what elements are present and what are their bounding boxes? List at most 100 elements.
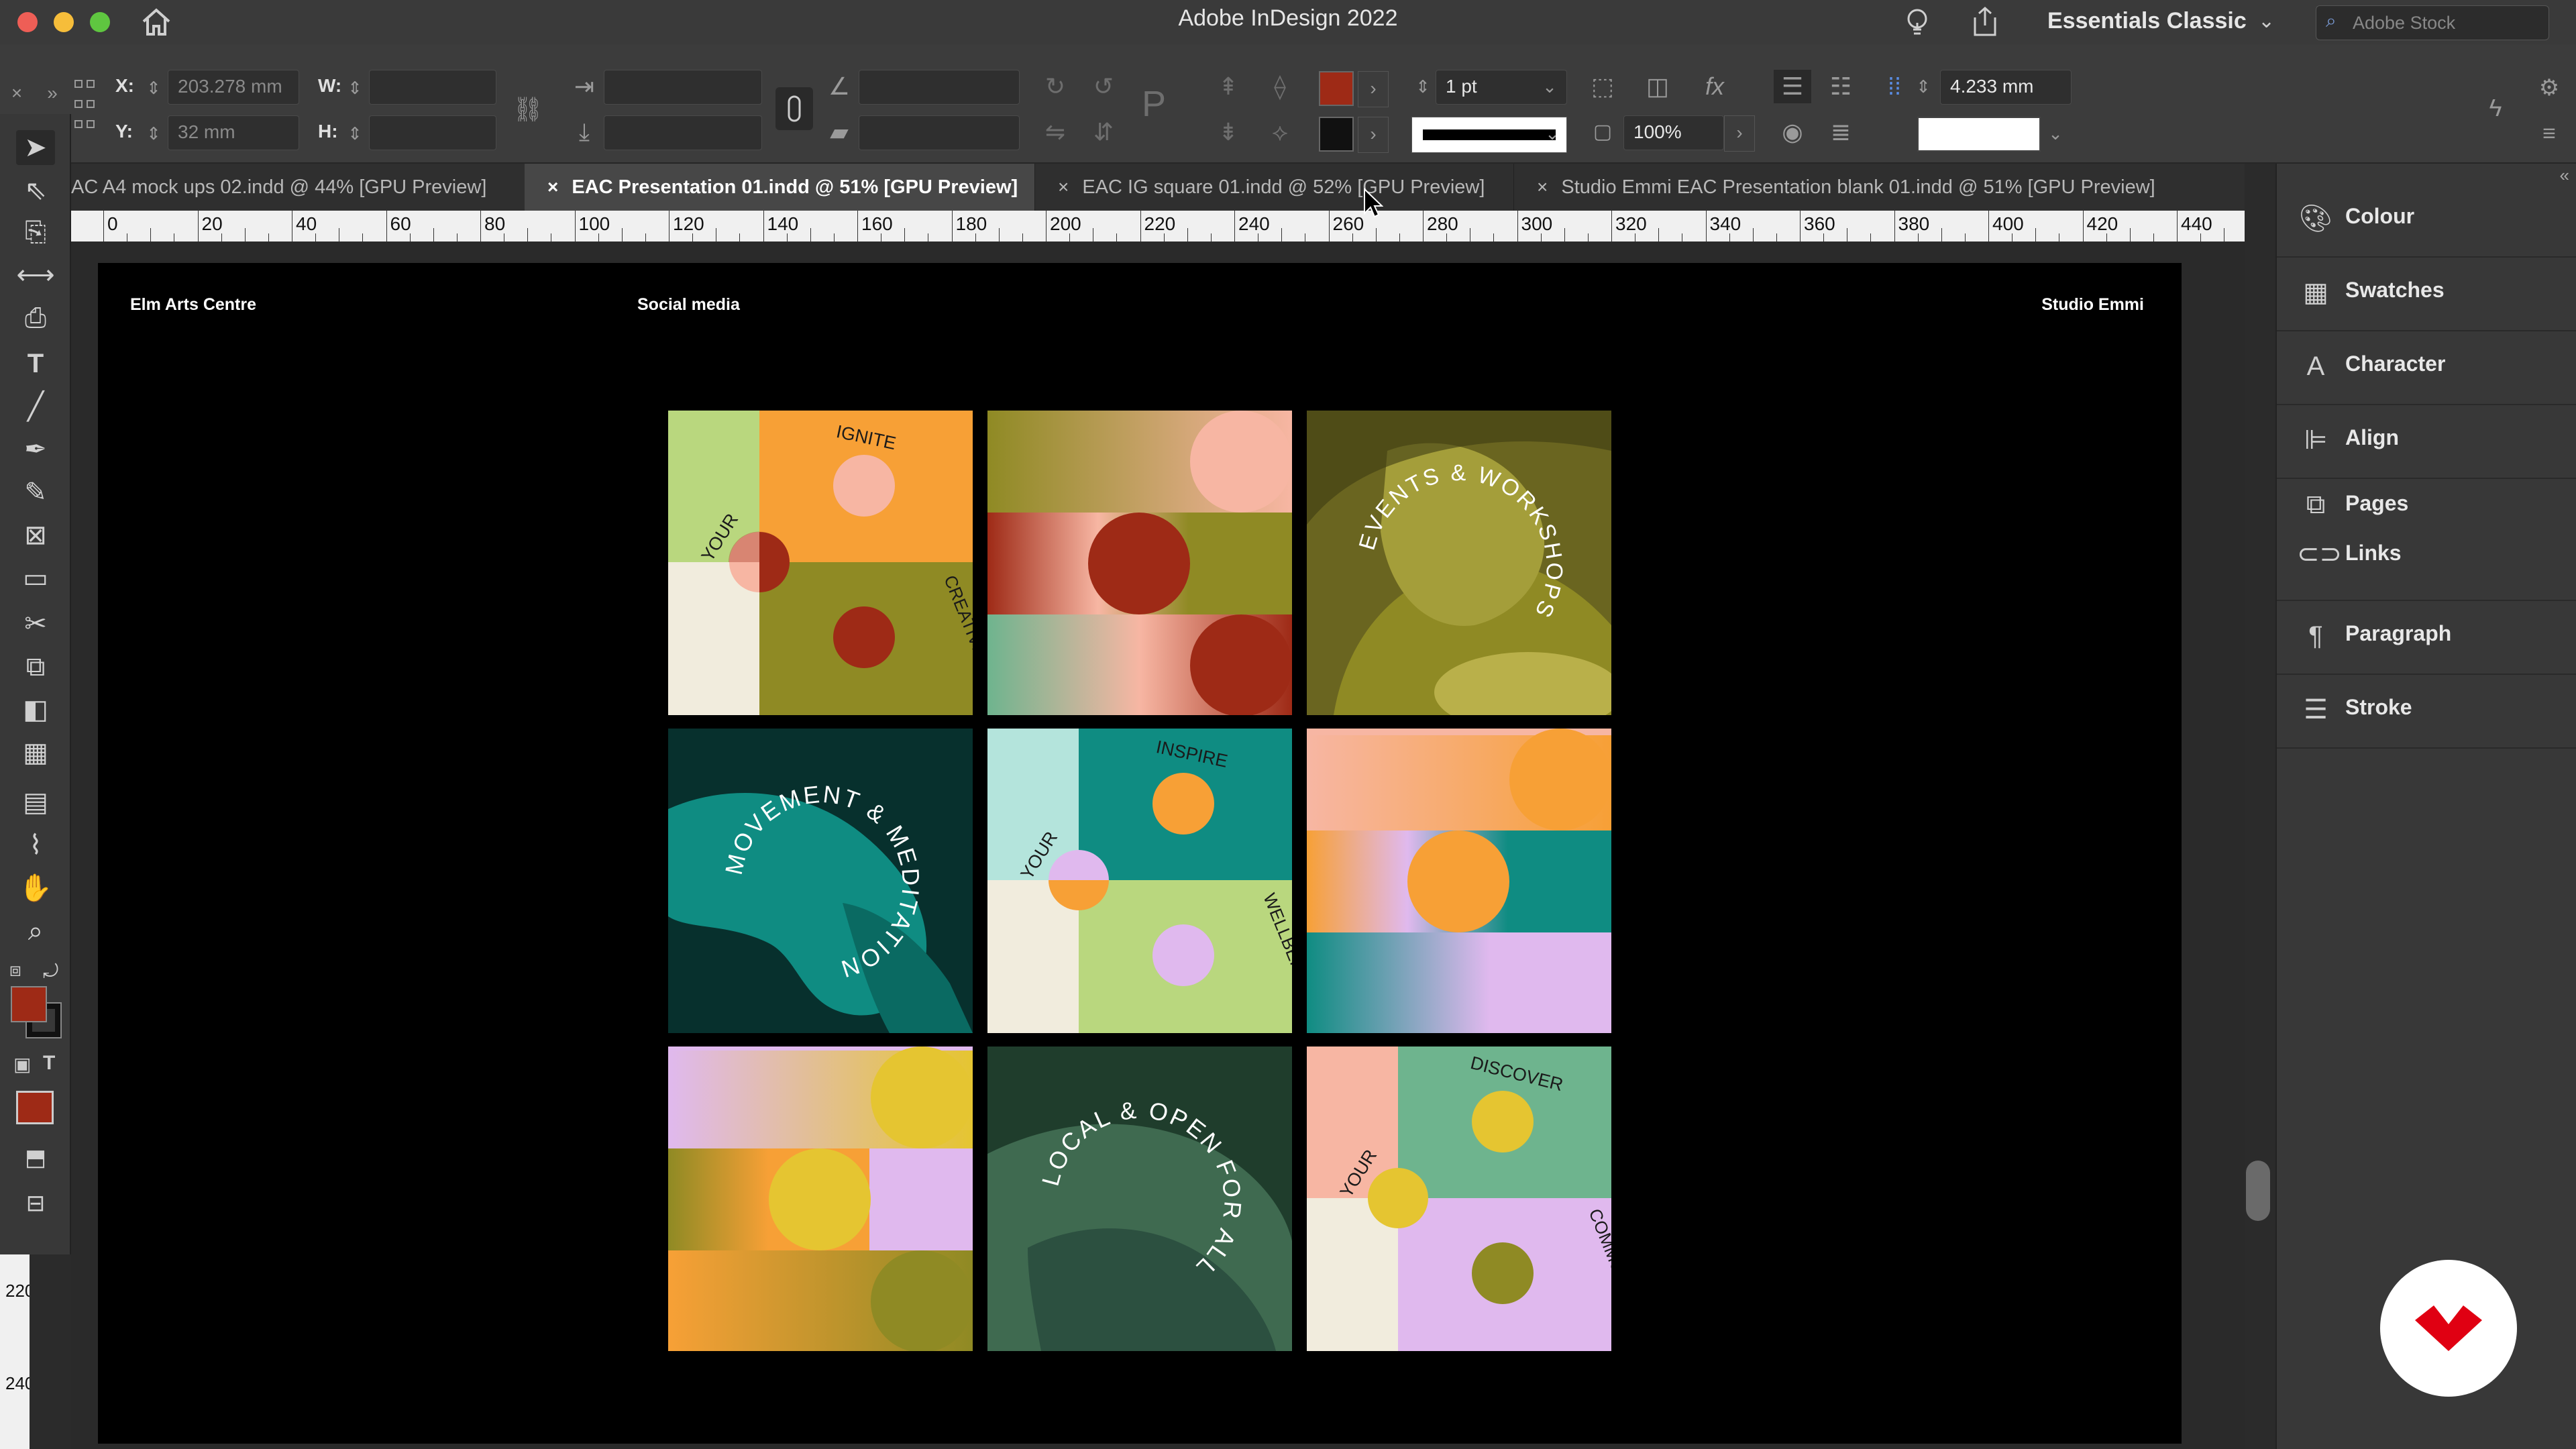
header-center-text[interactable]: Social media xyxy=(637,295,740,315)
tab-eac-ig-square[interactable]: × EAC IG square 01.indd @ 52% [GPU Previe… xyxy=(1034,164,1513,211)
workspace-switcher[interactable]: Essentials Classic xyxy=(2047,8,2247,34)
pencil-tool-icon[interactable]: ✎ xyxy=(16,475,55,510)
panel-paragraph[interactable]: ¶ Paragraph xyxy=(2277,601,2576,675)
scale-y-icon[interactable]: ⤓ xyxy=(568,115,601,149)
frame-fitting-icon[interactable]: ⬚ xyxy=(1586,70,1619,103)
eyedropper-tool-icon[interactable]: ⌇ xyxy=(16,828,55,863)
height-field[interactable] xyxy=(369,115,496,150)
x-position-field[interactable]: 203.278 mm xyxy=(168,70,299,105)
fill-color-swatch[interactable] xyxy=(1319,71,1354,106)
lightbulb-icon[interactable] xyxy=(1904,7,1931,39)
stroke-weight-stepper[interactable]: ⇕ xyxy=(1411,70,1434,103)
formatting-text-icon[interactable]: T xyxy=(43,1052,55,1075)
flip-horizontal-icon[interactable]: ⇋ xyxy=(1038,115,1072,149)
rotate-angle-icon[interactable]: ∠ xyxy=(822,70,856,103)
select-previous-icon[interactable]: ⟠ xyxy=(1261,70,1299,103)
text-wrap-icon[interactable]: ☰ xyxy=(1774,70,1811,103)
header-left-text[interactable]: Elm Arts Centre xyxy=(130,295,256,315)
select-next-icon[interactable]: ⟡ xyxy=(1261,115,1299,149)
lightning-icon[interactable]: ϟ xyxy=(2477,91,2514,125)
direct-selection-tool-icon[interactable]: ⇖ xyxy=(16,173,55,208)
tile-inspire-your-wellbeing[interactable]: INSPIRE YOUR WELLBEING xyxy=(987,729,1292,1033)
collapse-panel-icon[interactable]: » xyxy=(38,76,67,110)
opacity-field[interactable]: 100% xyxy=(1623,115,1724,150)
x-stepper[interactable]: ⇕ xyxy=(142,71,165,105)
view-options-icon[interactable]: ⊟ xyxy=(16,1186,55,1221)
hand-tool-icon[interactable]: ✋ xyxy=(16,871,55,906)
menu-icon[interactable]: ≡ xyxy=(2530,117,2568,150)
chain-link-icon[interactable] xyxy=(775,87,813,130)
panel-align[interactable]: ⊫ Align xyxy=(2277,405,2576,479)
rotate-ccw-icon[interactable]: ↺ xyxy=(1087,70,1120,103)
close-icon[interactable]: × xyxy=(547,164,558,211)
corner-shape-selector[interactable] xyxy=(1917,117,2041,152)
spacing-stepper[interactable]: ⇕ xyxy=(1912,70,1935,103)
reference-point-icon[interactable] xyxy=(72,71,97,138)
scale-x-icon[interactable]: ⇥ xyxy=(568,70,601,103)
type-tool-icon[interactable]: T xyxy=(16,346,55,381)
panel-pages[interactable]: ⧉ Pages xyxy=(2277,479,2576,533)
adobe-stock-search[interactable]: ⌕ Adobe Stock xyxy=(2316,5,2549,40)
panel-stroke[interactable]: ☰ Stroke xyxy=(2277,675,2576,749)
document-page[interactable]: Elm Arts Centre Social media Studio Emmi… xyxy=(98,263,2182,1444)
constrain-proportions-icon[interactable]: ⛓ xyxy=(511,93,545,126)
drop-shadow-icon[interactable]: ◫ xyxy=(1641,70,1674,103)
gradient-feather-tool-icon[interactable]: ▦ xyxy=(16,735,55,770)
content-collector-icon[interactable]: ⎙ xyxy=(16,301,55,335)
default-colors-icon[interactable]: ⧈ xyxy=(9,959,21,981)
path-type-icon[interactable]: P xyxy=(1134,86,1174,122)
tab-eac-presentation[interactable]: × EAC Presentation 01.indd @ 51% [GPU Pre… xyxy=(525,164,1034,211)
gear-icon[interactable]: ⚙ xyxy=(2530,71,2568,105)
share-icon[interactable] xyxy=(1970,5,2000,38)
close-panel-icon[interactable]: × xyxy=(0,76,34,110)
corner-dropdown-icon[interactable]: ⌄ xyxy=(2042,117,2069,150)
scale-y-field[interactable] xyxy=(604,115,762,150)
screen-mode-icon[interactable]: ⬒ xyxy=(16,1140,55,1175)
spacing-icon[interactable]: ⁞⁞ xyxy=(1878,70,1911,103)
page-tool-icon[interactable]: ⎘ xyxy=(16,215,55,250)
chevron-down-icon[interactable]: ⌄ xyxy=(2258,9,2275,33)
gradient-swatch-tool-icon[interactable]: ◧ xyxy=(16,692,55,727)
header-right-text[interactable]: Studio Emmi xyxy=(2041,295,2144,315)
gap-tool-icon[interactable]: ⟷ xyxy=(16,258,55,292)
distribute-icon[interactable]: ≣ xyxy=(1822,115,1860,149)
tab-studio-emmi-blank[interactable]: × Studio Emmi EAC Presentation blank 01.i… xyxy=(1513,164,2245,211)
h-stepper[interactable]: ⇕ xyxy=(343,117,366,150)
shear-angle-icon[interactable]: ▰ xyxy=(822,115,856,149)
line-tool-icon[interactable]: ╱ xyxy=(16,389,55,424)
stroke-swatch-menu-icon[interactable]: › xyxy=(1358,117,1389,153)
spacing-field[interactable]: 4.233 mm xyxy=(1940,70,2072,105)
tile-discover-your-community[interactable]: DISCOVER YOUR COMMUNITY xyxy=(1307,1046,1611,1351)
selection-tool-icon[interactable]: ➤ xyxy=(16,130,55,165)
fill-swatch-menu-icon[interactable]: › xyxy=(1358,71,1389,107)
w-stepper[interactable]: ⇕ xyxy=(343,71,366,105)
auto-fit-icon[interactable]: ◉ xyxy=(1774,115,1811,149)
vertical-scrollbar[interactable] xyxy=(2246,1161,2270,1221)
shear-field[interactable] xyxy=(859,115,1020,150)
effects-fx-icon[interactable]: fx xyxy=(1696,70,1733,103)
stroke-weight-dropdown-icon[interactable]: ⌄ xyxy=(1536,70,1563,103)
zoom-tool-icon[interactable]: ⌕ xyxy=(16,914,55,949)
opacity-menu-icon[interactable]: › xyxy=(1724,115,1755,152)
wrap-around-icon[interactable]: ☷ xyxy=(1822,70,1860,103)
close-icon[interactable]: × xyxy=(1537,164,1548,211)
apply-color-button[interactable] xyxy=(16,1091,54,1124)
width-field[interactable] xyxy=(369,70,496,105)
swap-colors-icon[interactable]: ⤾ xyxy=(43,961,58,983)
tab-ac-a4-mockups[interactable]: AC A4 mock ups 02.indd @ 44% [GPU Previe… xyxy=(71,164,525,211)
scissors-tool-icon[interactable]: ✂ xyxy=(16,606,55,641)
panel-swatches[interactable]: ▦ Swatches xyxy=(2277,258,2576,331)
rectangle-frame-tool-icon[interactable]: ⊠ xyxy=(16,518,55,553)
stroke-type-dropdown-icon[interactable]: ⌄ xyxy=(1539,117,1566,150)
tile-gradient-pills-red[interactable] xyxy=(987,411,1292,715)
formatting-container-icon[interactable]: ▣ xyxy=(13,1053,31,1075)
rotation-field[interactable] xyxy=(859,70,1020,105)
rectangle-tool-icon[interactable]: ▭ xyxy=(16,561,55,596)
collapse-dock-icon[interactable]: « xyxy=(2560,165,2569,186)
select-container-icon[interactable]: ⇞ xyxy=(1212,70,1245,103)
tile-events-workshops[interactable]: EVENTS & WORKSHOPS xyxy=(1307,411,1611,715)
y-stepper[interactable]: ⇕ xyxy=(142,117,165,150)
flip-vertical-icon[interactable]: ⇵ xyxy=(1087,115,1120,149)
pen-tool-icon[interactable]: ✒ xyxy=(16,432,55,467)
panel-colour[interactable]: 🎨︎ Colour xyxy=(2277,184,2576,258)
